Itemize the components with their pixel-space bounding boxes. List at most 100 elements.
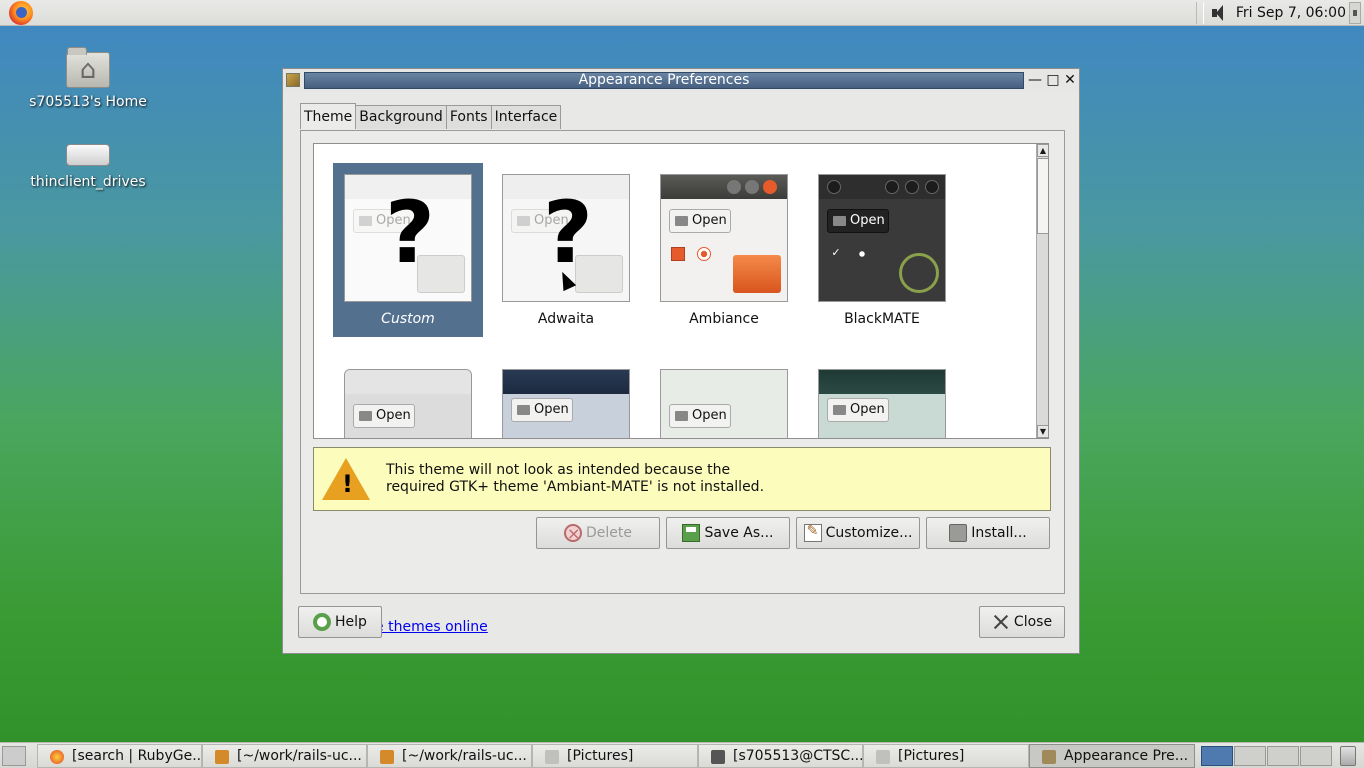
- preview-open-button: Open: [827, 398, 889, 422]
- preview-open-button: Open: [827, 209, 889, 233]
- preview-open-button: Open: [669, 209, 731, 233]
- taskbar-item[interactable]: [Pictures]: [863, 744, 1029, 768]
- sublime-icon: [215, 750, 229, 764]
- theme-item-adwaita[interactable]: Open ? Adwaita: [491, 163, 641, 337]
- show-desktop-icon[interactable]: [2, 746, 26, 766]
- tab-background[interactable]: Background: [355, 105, 447, 129]
- folder-icon: [733, 255, 781, 293]
- taskbar-item[interactable]: [~/work/rails-uc...: [367, 744, 532, 768]
- preview-max-dot: [745, 180, 759, 194]
- minimize-button[interactable]: —: [1027, 72, 1043, 88]
- theme-item-partial[interactable]: Open: [333, 358, 483, 438]
- preview-titlebar: [819, 175, 945, 199]
- theme-preview: Open: [502, 369, 630, 438]
- drive-icon: [66, 144, 110, 166]
- delete-icon: [564, 519, 582, 549]
- mate-logo-icon: [899, 253, 939, 293]
- preview-close-dot: [925, 180, 939, 194]
- maximize-button[interactable]: □: [1045, 72, 1061, 88]
- folder-icon: [545, 750, 559, 764]
- sublime-icon: [380, 750, 394, 764]
- trash-icon[interactable]: [1340, 746, 1356, 766]
- taskbar-label: Appearance Pre...: [1064, 748, 1189, 764]
- workspace-2[interactable]: [1234, 746, 1266, 766]
- preview-titlebar: [503, 370, 629, 394]
- folder-icon: [876, 750, 890, 764]
- tray-separator: [1195, 2, 1204, 24]
- tab-interface[interactable]: Interface: [490, 105, 562, 129]
- taskbar-label: [Pictures]: [898, 748, 965, 764]
- tab-theme[interactable]: Theme: [300, 103, 357, 129]
- tab-fonts[interactable]: Fonts: [445, 105, 492, 129]
- theme-preview: Open: [660, 174, 788, 302]
- taskbar-item[interactable]: [~/work/rails-uc...: [202, 744, 367, 768]
- close-window-button[interactable]: ✕: [1062, 72, 1078, 88]
- preview-titlebar: [345, 370, 471, 394]
- theme-preview: Open ?: [344, 174, 472, 302]
- top-panel: Fri Sep 7, 06:00: [0, 0, 1364, 26]
- theme-item-custom[interactable]: Open ? Custom: [333, 163, 483, 337]
- scroll-thumb[interactable]: [1037, 158, 1048, 234]
- tab-bar: Theme Background Fonts Interface: [300, 103, 562, 129]
- taskbar-label: [search | RubyGe...: [72, 748, 202, 764]
- window-title[interactable]: Appearance Preferences: [304, 72, 1024, 89]
- theme-item-partial[interactable]: Open: [491, 358, 641, 438]
- help-button[interactable]: Help: [298, 606, 382, 638]
- preview-radio: [697, 247, 711, 261]
- taskbar-label: [Pictures]: [567, 748, 634, 764]
- save-icon: [682, 524, 701, 542]
- taskbar-item[interactable]: [Pictures]: [532, 744, 698, 768]
- warning-line-1: This theme will not look as intended bec…: [386, 462, 731, 478]
- delete-label: Delete: [586, 525, 632, 541]
- workspace-1[interactable]: [1201, 746, 1233, 766]
- volume-icon[interactable]: [1210, 4, 1230, 22]
- theme-item-ambiance[interactable]: Open Ambiance: [649, 163, 799, 337]
- workspace-4[interactable]: [1300, 746, 1332, 766]
- taskbar-item-active[interactable]: Appearance Pre...: [1029, 744, 1195, 768]
- preview-open-button: Open: [353, 404, 415, 428]
- firefox-icon[interactable]: [9, 1, 33, 25]
- close-icon: [992, 613, 1010, 631]
- save-as-button[interactable]: Save As...: [666, 517, 790, 549]
- install-button[interactable]: Install...: [926, 517, 1050, 549]
- theme-item-partial[interactable]: Open: [649, 358, 799, 438]
- theme-preview: Open: [818, 369, 946, 438]
- taskbar-item[interactable]: [search | RubyGe...: [37, 744, 202, 768]
- taskbar-label: [~/work/rails-uc...: [402, 748, 527, 764]
- title-bar[interactable]: Appearance Preferences — □ ✕: [283, 69, 1079, 91]
- theme-preview: Open: [344, 369, 472, 438]
- warning-icon: [322, 458, 370, 500]
- preview-titlebar: [661, 175, 787, 199]
- edit-icon: [803, 516, 822, 546]
- clock[interactable]: Fri Sep 7, 06:00: [1236, 5, 1346, 21]
- preview-checkbox: ✓: [831, 246, 841, 259]
- delete-button[interactable]: Delete: [536, 517, 660, 549]
- theme-name: Ambiance: [689, 311, 759, 327]
- warning-text: This theme will not look as intended bec…: [386, 462, 764, 496]
- preview-max-dot: [905, 180, 919, 194]
- theme-item-blackmate[interactable]: Open ✓ BlackMATE: [807, 163, 957, 337]
- theme-list[interactable]: Open ? Custom Open ? Adwaita Open Ambian…: [313, 143, 1049, 439]
- desktop-icon-label: thinclient_drives: [30, 174, 146, 190]
- scroll-up-arrow-icon[interactable]: ▲: [1037, 144, 1048, 157]
- workspace-3[interactable]: [1267, 746, 1299, 766]
- theme-panel: Open ? Custom Open ? Adwaita Open Ambian…: [300, 130, 1065, 635]
- theme-list-scrollbar[interactable]: ▲ ▼: [1036, 144, 1048, 438]
- desktop-icon-home[interactable]: s705513's Home: [13, 47, 163, 110]
- scroll-down-arrow-icon[interactable]: ▼: [1037, 425, 1048, 438]
- system-tray: Fri Sep 7, 06:00: [1195, 0, 1346, 26]
- panel-handle[interactable]: [1349, 2, 1361, 24]
- taskbar-item[interactable]: [s705513@CTSC...: [698, 744, 863, 768]
- appearance-app-icon[interactable]: [286, 73, 300, 87]
- customize-label: Customize...: [825, 525, 913, 541]
- close-button[interactable]: Close: [979, 606, 1065, 638]
- bottom-panel: [search | RubyGe... [~/work/rails-uc... …: [0, 742, 1364, 768]
- preview-open-button: Open: [669, 404, 731, 428]
- taskbar-label: [~/work/rails-uc...: [237, 748, 362, 764]
- theme-preview: Open: [660, 369, 788, 438]
- desktop-icon-drives[interactable]: thinclient_drives: [13, 132, 163, 190]
- theme-item-partial[interactable]: Open: [807, 358, 957, 438]
- theme-name: Adwaita: [537, 311, 595, 327]
- customize-button[interactable]: Customize...: [796, 516, 920, 549]
- preview-checkbox: [671, 247, 685, 261]
